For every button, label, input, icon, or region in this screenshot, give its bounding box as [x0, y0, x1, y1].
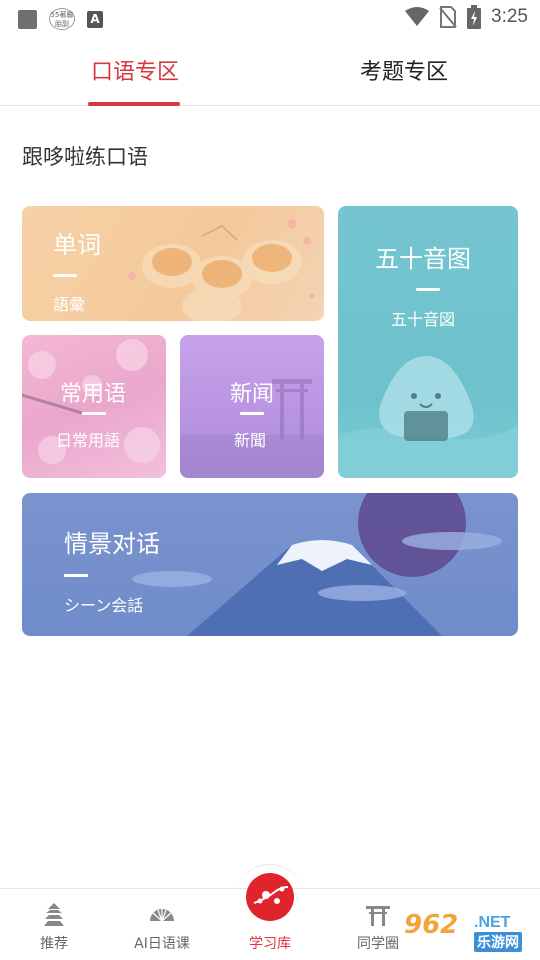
- notification-app-icon: [18, 9, 37, 29]
- pagoda-icon: [44, 903, 64, 926]
- plum-blossom-icon: [253, 886, 289, 904]
- card-news[interactable]: 新闻 新聞: [180, 335, 324, 478]
- card-words[interactable]: 单词 語彙: [22, 206, 324, 321]
- card-common-phrases[interactable]: 常用语 日常用語: [22, 335, 166, 478]
- card-dialog-title: 情景对话: [64, 530, 160, 558]
- card-words-divider: [53, 274, 77, 277]
- battery-charging-icon: [467, 5, 482, 29]
- nav-recommend[interactable]: 推荐: [0, 889, 108, 960]
- card-kana-chart[interactable]: 五十音图 五十音図: [338, 206, 518, 478]
- status-bar: 55著聯 胎副 A 3:25: [0, 0, 540, 36]
- card-dialog-divider: [64, 574, 88, 577]
- card-news-title: 新闻: [230, 382, 275, 407]
- a-notification-icon: A: [87, 10, 103, 28]
- tab-spoken-zone[interactable]: 口语专区: [91, 54, 179, 86]
- card-news-subtitle: 新聞: [234, 431, 267, 450]
- active-tab-indicator: [88, 102, 180, 106]
- card-words-subtitle: 語彙: [53, 295, 86, 314]
- card-kana-divider: [416, 288, 440, 291]
- card-common-subtitle: 日常用語: [56, 431, 121, 450]
- site-watermark: 962 .NET 乐游网: [400, 904, 540, 960]
- clock: 3:25: [491, 6, 528, 27]
- nav-recommend-label: 推荐: [40, 936, 68, 952]
- card-words-title: 单词: [53, 231, 101, 259]
- nav-study-library-label: 学习库: [249, 936, 291, 952]
- torii-icon: [366, 906, 390, 926]
- nav-ai-course-label: AI日语课: [134, 936, 190, 952]
- no-sim-icon: [439, 6, 457, 28]
- study-library-center-button[interactable]: [246, 873, 294, 921]
- top-tab-bar: 口语专区 考题专区: [0, 40, 540, 106]
- card-situational-dialogue[interactable]: 情景对话 シーン会話: [22, 493, 518, 636]
- fan-icon: [150, 909, 174, 922]
- card-dialog-subtitle: シーン会話: [64, 596, 144, 615]
- notification-badge-icon: 55著聯 胎副: [49, 8, 75, 30]
- card-kana-title: 五十音图: [375, 245, 471, 273]
- tab-exam-zone[interactable]: 考题专区: [360, 54, 448, 86]
- wifi-icon: [405, 7, 430, 26]
- card-common-title: 常用语: [60, 382, 127, 407]
- section-title: 跟哆啦练口语: [22, 145, 148, 169]
- card-news-divider: [240, 412, 264, 415]
- card-kana-subtitle: 五十音図: [391, 310, 456, 329]
- nav-ai-course[interactable]: AI日语课: [108, 889, 216, 960]
- card-common-divider: [82, 412, 106, 415]
